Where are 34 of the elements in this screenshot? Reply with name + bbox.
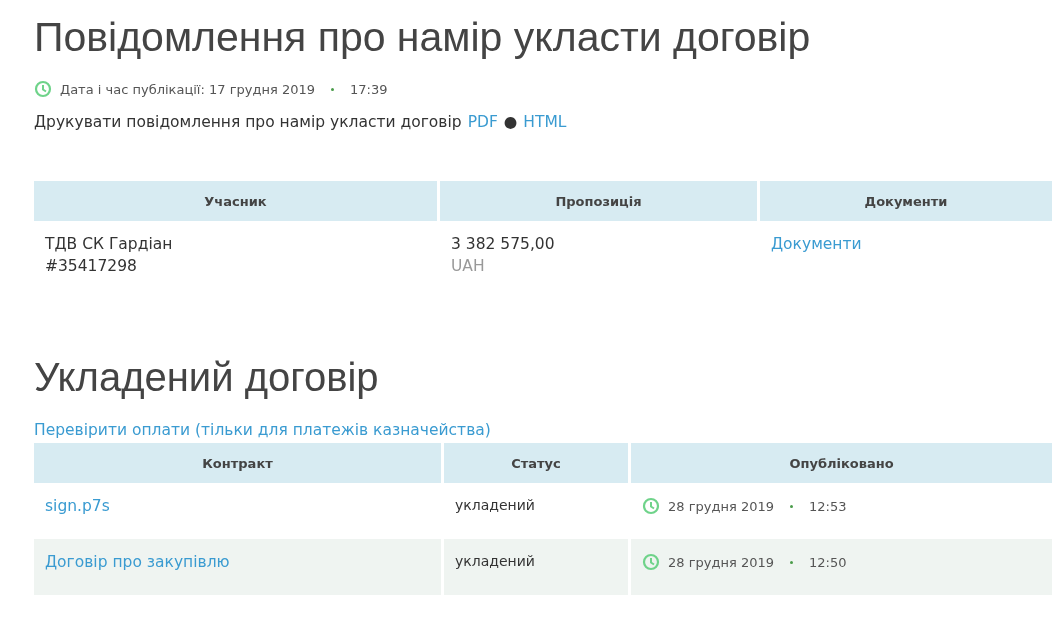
column-header: Учасник bbox=[34, 181, 437, 221]
published-time: 12:53 bbox=[809, 498, 847, 514]
participant-name: ТДВ СК Гардіан bbox=[45, 235, 174, 253]
dot-icon bbox=[331, 87, 334, 91]
column-header: Документи bbox=[760, 181, 1052, 221]
clock-icon bbox=[642, 553, 660, 571]
status-text: укладений bbox=[455, 497, 536, 513]
clock-icon bbox=[642, 497, 660, 515]
publication-date: Дата і час публікації: 17 грудня 2019 bbox=[60, 81, 315, 97]
published-date: 28 грудня 2019 bbox=[668, 554, 774, 570]
clock-icon bbox=[34, 80, 52, 98]
status-text: укладений bbox=[455, 553, 536, 569]
published-time: 12:50 bbox=[809, 554, 847, 570]
bid-amount: 3 382 575,00 bbox=[451, 235, 556, 253]
print-label: Друкувати повідомлення про намір укласти договір bbox=[34, 113, 462, 131]
column-header: Контракт bbox=[34, 443, 441, 483]
column-header: Опубліковано bbox=[631, 443, 1052, 483]
section-title: Укладений договір bbox=[34, 355, 380, 400]
column-header: Пропозиція bbox=[440, 181, 757, 221]
dot-icon bbox=[790, 504, 793, 508]
print-link[interactable]: HTML bbox=[523, 113, 567, 131]
page-title: Повідомлення про намір укласти договір bbox=[34, 14, 812, 61]
separator: ● bbox=[503, 113, 518, 131]
published-date: 28 грудня 2019 bbox=[668, 498, 774, 514]
currency: UAH bbox=[451, 257, 486, 275]
dot-icon bbox=[790, 560, 793, 564]
publication-time: 17:39 bbox=[350, 81, 388, 97]
column-header: Статус bbox=[444, 443, 628, 483]
documents-link[interactable]: Документи bbox=[771, 235, 862, 253]
contract-link[interactable]: Договір про закупівлю bbox=[45, 553, 230, 571]
contract-link[interactable]: sign.p7s bbox=[45, 497, 110, 515]
check-payments-link[interactable]: Перевірити оплати (тільки для платежів казначейства) bbox=[34, 421, 491, 439]
participant-code: #35417298 bbox=[45, 257, 138, 275]
print-link[interactable]: PDF bbox=[467, 113, 498, 131]
